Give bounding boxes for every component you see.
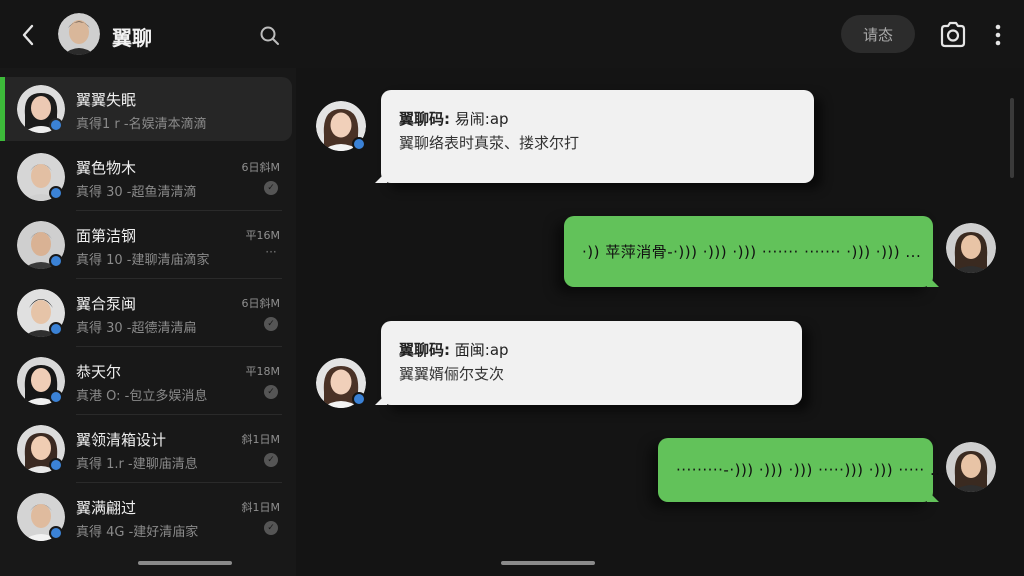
- message-header: 翼聊码: 易闹:ap: [399, 108, 509, 129]
- conversation-preview: 真得 4G -建好清庙家: [76, 525, 199, 540]
- conversation-name: 翼翼失眠: [76, 91, 137, 109]
- conversation-preview: 真得 30 -超鱼清清滴: [76, 185, 197, 200]
- conversation-preview: 真得1 r -名娱清本滴滴: [76, 117, 207, 132]
- conversation-name: 恭天尔: [76, 363, 122, 381]
- camera-button[interactable]: [938, 21, 968, 49]
- conversation-item[interactable]: 翼领清箱设计 真得 1.r -建聊庙清息 斜1日M ✓: [0, 417, 292, 481]
- read-status-icon: ✓: [264, 453, 278, 467]
- online-badge: [49, 118, 63, 132]
- divider: [76, 278, 282, 279]
- read-status-icon: ✓: [264, 181, 278, 195]
- conversation-item[interactable]: 恭天尔 真港 O: -包立多娱消息 平18M ✓: [0, 349, 292, 413]
- conversation-item[interactable]: 翼色物木 真得 30 -超鱼清清滴 6日斜M ✓: [0, 145, 292, 209]
- back-button[interactable]: [14, 20, 42, 50]
- own-avatar[interactable]: [946, 223, 996, 273]
- conversation-preview: 真得 30 -超德清清扁: [76, 321, 197, 336]
- read-status-icon: ✓: [264, 521, 278, 535]
- more-button[interactable]: [986, 20, 1010, 50]
- voice-message-outgoing[interactable]: ·········-·))) ·))) ·))) ·····))) ·))) ·…: [658, 438, 945, 502]
- message-meta: 易闹:ap: [454, 110, 509, 128]
- voice-waveform: ·)) 苹萍消骨-·))) ·))) ·))) ······· ······· …: [582, 243, 922, 261]
- divider: [76, 346, 282, 347]
- home-indicator[interactable]: [501, 561, 595, 565]
- more-vertical-icon: [995, 24, 1001, 46]
- online-badge: [49, 458, 63, 472]
- message-text: 翼翼婿俪尔支次: [399, 365, 505, 383]
- online-badge: [352, 137, 366, 151]
- message-bubble-incoming[interactable]: 翼聊码: 面闽:ap 翼翼婿俪尔支次: [375, 321, 802, 405]
- conversation-time: 6日斜M: [241, 297, 281, 310]
- online-badge: [49, 390, 63, 404]
- conversation-name: 翼色物木: [76, 159, 137, 177]
- own-avatar[interactable]: [946, 442, 996, 492]
- top-bar: 翼聊 请态: [0, 0, 1024, 68]
- divider: [76, 210, 282, 211]
- online-badge: [352, 392, 366, 406]
- conversation-item[interactable]: 翼合泵闽 真得 30 -超德清清扁 6日斜M ✓: [0, 281, 292, 345]
- voice-message-outgoing[interactable]: ·)) 苹萍消骨-·))) ·))) ·))) ······· ······· …: [564, 216, 939, 287]
- conversation-time: 平18M: [245, 365, 281, 378]
- chat-panel: 翼聊码: 易闹:ap 翼聊络表时真荥、搂求尔打 ·)) 苹萍消骨-·))) ·)…: [296, 68, 1024, 576]
- read-status-icon: ✓: [264, 385, 278, 399]
- message-header: 翼聊码: 面闽:ap: [399, 339, 509, 360]
- conversation-name: 面第洁钢: [76, 227, 137, 245]
- search-icon: [260, 26, 279, 45]
- sender-label: 翼聊码:: [399, 341, 450, 359]
- online-badge: [49, 526, 63, 540]
- conversation-name: 翼满翩过: [76, 499, 137, 517]
- conversation-name: 翼领清箱设计: [76, 431, 167, 449]
- search-button[interactable]: [258, 24, 282, 48]
- conversation-item[interactable]: 面第洁钢 真得 10 -建聊清庙滴家 平16M ···: [0, 213, 292, 277]
- home-indicator[interactable]: [138, 561, 232, 565]
- chat-scrollbar[interactable]: [1010, 98, 1014, 178]
- conversation-time: 斜1日M: [241, 433, 281, 446]
- divider: [76, 414, 282, 415]
- chat-avatar[interactable]: [58, 13, 100, 55]
- message-meta: 面闽:ap: [454, 341, 509, 359]
- chevron-left-icon: [22, 24, 34, 46]
- voice-waveform: ·········-·))) ·))) ·))) ·····))) ·))) ·…: [676, 461, 946, 479]
- conversation-preview: 真港 O: -包立多娱消息: [76, 389, 208, 404]
- online-badge: [49, 254, 63, 268]
- online-badge: [49, 322, 63, 336]
- conversation-time: 平16M: [245, 229, 281, 242]
- conversation-time: 斜1日M: [241, 501, 281, 514]
- conversation-item[interactable]: 翼满翩过 真得 4G -建好清庙家 斜1日M ✓: [0, 485, 292, 549]
- conversation-preview: 真得 1.r -建聊庙清息: [76, 457, 198, 472]
- conversation-preview: 真得 10 -建聊清庙滴家: [76, 253, 210, 268]
- chat-title: 翼聊: [112, 26, 152, 50]
- conversation-item[interactable]: 翼翼失眠 真得1 r -名娱清本滴滴: [0, 77, 292, 141]
- online-badge: [49, 186, 63, 200]
- message-text: 翼聊络表时真荥、搂求尔打: [399, 134, 580, 152]
- conversation-time: 6日斜M: [241, 161, 281, 174]
- read-status-icon: ✓: [264, 317, 278, 331]
- more-dots-icon: ···: [265, 245, 277, 259]
- divider: [76, 482, 282, 483]
- message-bubble-incoming[interactable]: 翼聊码: 易闹:ap 翼聊络表时真荥、搂求尔打: [375, 90, 814, 183]
- sender-label: 翼聊码:: [399, 110, 450, 128]
- camera-icon: [940, 21, 966, 48]
- conversation-list: 翼翼失眠 真得1 r -名娱清本滴滴 翼色物木 真得 30 -超鱼清清滴 6日斜…: [0, 68, 296, 576]
- status-pill-button[interactable]: 请态: [841, 15, 915, 53]
- conversation-name: 翼合泵闽: [76, 295, 137, 313]
